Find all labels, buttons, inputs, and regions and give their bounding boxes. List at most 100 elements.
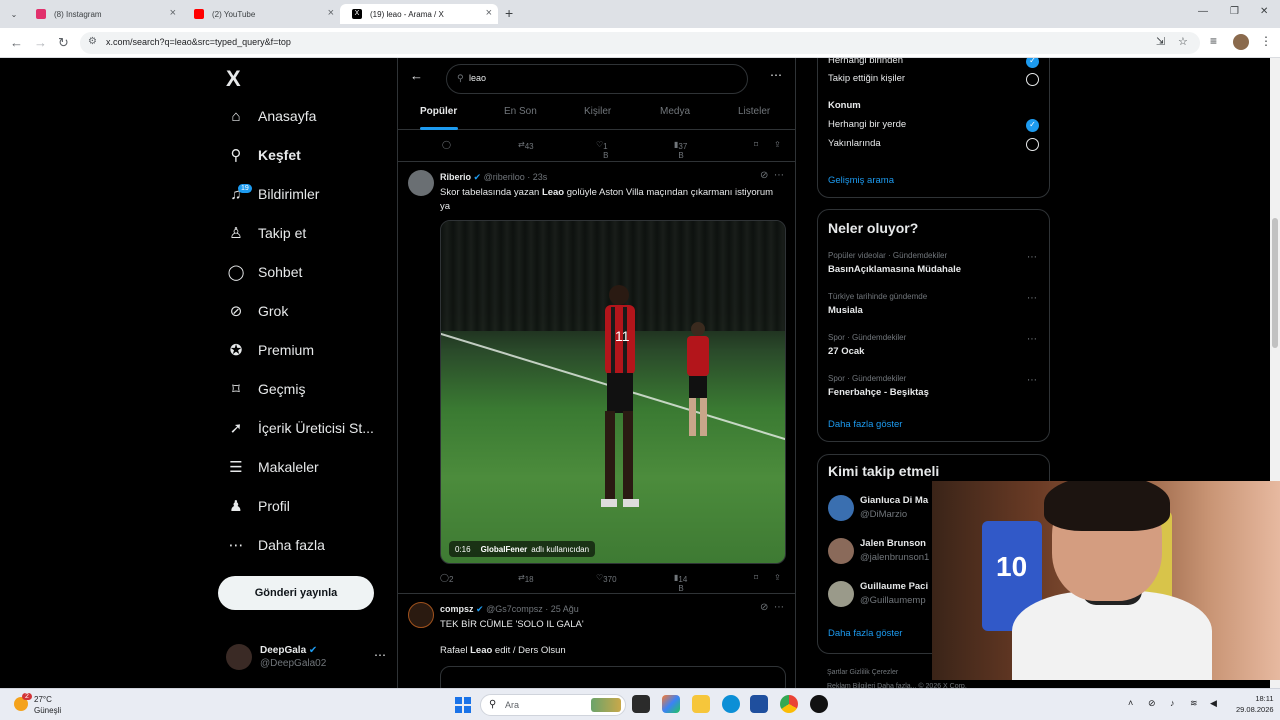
trend-title[interactable]: Musiala: [828, 305, 863, 316]
copilot-icon[interactable]: [662, 695, 680, 713]
trend-title[interactable]: 27 Ocak: [828, 346, 864, 357]
author-name[interactable]: compsz: [440, 604, 474, 614]
tab-people[interactable]: Kişiler: [584, 106, 611, 117]
filter-anywhere[interactable]: Herhangi bir yerde: [828, 119, 906, 130]
nav-item-articles[interactable]: ☰ Makaleler: [226, 452, 318, 482]
browser-tab-instagram[interactable]: (8) Instagram ×: [24, 4, 182, 24]
reply-button[interactable]: ◯ 2: [440, 573, 453, 584]
views-button[interactable]: ▮ 14 B: [674, 573, 687, 593]
bookmark-icon[interactable]: ⌑: [754, 573, 758, 582]
kebab-menu-icon[interactable]: ⋮: [1260, 34, 1272, 48]
nav-item-creator-studio[interactable]: ➚ İçerik Üreticisi St...: [226, 413, 374, 443]
tweet-time[interactable]: 23s: [533, 172, 548, 182]
back-arrow-icon[interactable]: ←: [10, 35, 23, 50]
tweet-video[interactable]: 11 0:16 GlobalFener adlı kullanıcıdan: [440, 220, 786, 564]
more-icon[interactable]: ⋯: [774, 170, 784, 181]
trend-title[interactable]: BasınAçıklamasına Müdahale: [828, 264, 961, 275]
video-source[interactable]: GlobalFener: [481, 545, 528, 554]
new-tab-button[interactable]: +: [505, 5, 513, 21]
app-icon[interactable]: [810, 695, 828, 713]
author-handle[interactable]: @riberiloo: [484, 172, 525, 182]
x-logo-icon[interactable]: X: [226, 66, 241, 92]
tweet-time[interactable]: 25 Ağu: [551, 604, 579, 614]
site-info-icon[interactable]: ⚙: [88, 36, 97, 47]
filter-following[interactable]: Takip ettiğin kişiler: [828, 73, 905, 84]
avatar[interactable]: [828, 495, 854, 521]
more-icon[interactable]: ⋯: [1027, 375, 1037, 386]
show-more-link[interactable]: Daha fazla göster: [828, 628, 902, 639]
like-button[interactable]: ♡ 370: [596, 573, 617, 584]
show-more-link[interactable]: Daha fazla göster: [828, 419, 902, 430]
window-close-icon[interactable]: ✕: [1260, 6, 1268, 17]
radio-checked[interactable]: ✓: [1026, 119, 1039, 132]
account-switcher[interactable]: DeepGala ✔ @DeepGala02 ⋯: [226, 642, 386, 674]
tweet[interactable]: compsz ✔ @Gs7compsz · 25 Ağu ⊘ ⋯ TEK BİR…: [398, 593, 796, 688]
close-icon[interactable]: ×: [486, 7, 492, 19]
nav-item-premium[interactable]: ✪ Premium: [226, 335, 314, 365]
suggested-name[interactable]: Guillaume Paci: [860, 581, 928, 592]
microphone-icon[interactable]: ♪: [1170, 698, 1175, 708]
browser-tab-x[interactable]: X (19) leao - Arama / X ×: [340, 4, 498, 24]
install-icon[interactable]: ⇲: [1156, 35, 1165, 48]
nav-item-more[interactable]: ⋯ Daha fazla: [226, 530, 325, 560]
share-icon[interactable]: ⇪: [774, 140, 781, 149]
post-button[interactable]: Gönderi yayınla: [218, 576, 374, 610]
more-icon[interactable]: ⋯: [1027, 252, 1037, 263]
chevron-up-icon[interactable]: ˄: [1128, 698, 1133, 708]
search-input[interactable]: ⚲ leao: [446, 64, 748, 94]
windows-start-icon[interactable]: [455, 697, 471, 713]
reply-icon[interactable]: ◯: [442, 140, 451, 149]
tab-top[interactable]: Popüler: [420, 106, 457, 117]
close-icon[interactable]: ×: [170, 7, 176, 19]
radio-checked[interactable]: ✓: [1026, 58, 1039, 68]
grok-icon[interactable]: ⊘: [760, 170, 768, 181]
star-icon[interactable]: ☆: [1178, 35, 1188, 48]
taskbar-search[interactable]: ⚲ Ara: [480, 694, 626, 716]
nav-item-profile[interactable]: ♟ Profil: [226, 491, 290, 521]
reload-icon[interactable]: ↻: [58, 35, 69, 51]
back-arrow-icon[interactable]: ←: [410, 68, 423, 83]
system-clock[interactable]: 18:11 29.08.2026: [1236, 693, 1274, 715]
author-name[interactable]: Riberio: [440, 172, 471, 182]
weather-widget[interactable]: 2 27°C Güneşli: [12, 693, 92, 717]
close-icon[interactable]: ×: [328, 7, 334, 19]
radio-unchecked[interactable]: [1026, 138, 1039, 151]
suggested-name[interactable]: Jalen Brunson: [860, 538, 926, 549]
author-handle[interactable]: @Gs7compsz: [486, 604, 543, 614]
tab-media[interactable]: Medya: [660, 106, 690, 117]
repost-button[interactable]: ⇄ 43: [518, 140, 534, 151]
tweet-media[interactable]: [440, 666, 786, 688]
more-icon[interactable]: ⋯: [374, 648, 386, 662]
share-icon[interactable]: ⇪: [774, 573, 781, 582]
maximize-icon[interactable]: ❐: [1230, 6, 1239, 17]
tab-latest[interactable]: En Son: [504, 106, 537, 117]
tab-lists[interactable]: Listeler: [738, 106, 770, 117]
advanced-search-link[interactable]: Gelişmiş arama: [828, 175, 894, 186]
nav-item-grok[interactable]: ⊘ Grok: [226, 296, 289, 326]
browser-tab-youtube[interactable]: (2) YouTube ×: [182, 4, 340, 24]
more-icon[interactable]: ⋯: [770, 68, 782, 82]
scrollbar-thumb[interactable]: [1272, 218, 1278, 348]
tweet[interactable]: Riberio ✔ @riberiloo · 23s ⊘ ⋯ Skor tabe…: [398, 161, 796, 593]
suggested-name[interactable]: Gianluca Di Ma: [860, 495, 928, 506]
file-explorer-icon[interactable]: [692, 695, 710, 713]
more-icon[interactable]: ⋯: [1027, 334, 1037, 345]
radio-unchecked[interactable]: [1026, 73, 1039, 86]
volume-icon[interactable]: ◀: [1210, 698, 1217, 709]
browser-profile-avatar[interactable]: [1233, 34, 1249, 50]
nav-item-chat[interactable]: ◯ Sohbet: [226, 257, 303, 287]
avatar[interactable]: [828, 581, 854, 607]
chrome-icon[interactable]: [780, 695, 798, 713]
edge-icon[interactable]: [722, 695, 740, 713]
views-button[interactable]: ▮ 37 B: [674, 140, 687, 160]
reading-list-icon[interactable]: ≡: [1210, 34, 1217, 48]
repost-button[interactable]: ⇄ 18: [518, 573, 534, 584]
avatar[interactable]: [408, 170, 434, 196]
forward-arrow-icon[interactable]: →: [34, 35, 47, 50]
more-icon[interactable]: ⋯: [774, 602, 784, 613]
trend-title[interactable]: Fenerbahçe - Beşiktaş: [828, 387, 929, 398]
filter-any-person[interactable]: Herhangi birinden: [828, 58, 903, 66]
network-off-icon[interactable]: ⊘: [1148, 698, 1156, 709]
nav-item-bookmarks[interactable]: ⌑ Geçmiş: [226, 374, 305, 404]
store-icon[interactable]: [750, 695, 768, 713]
